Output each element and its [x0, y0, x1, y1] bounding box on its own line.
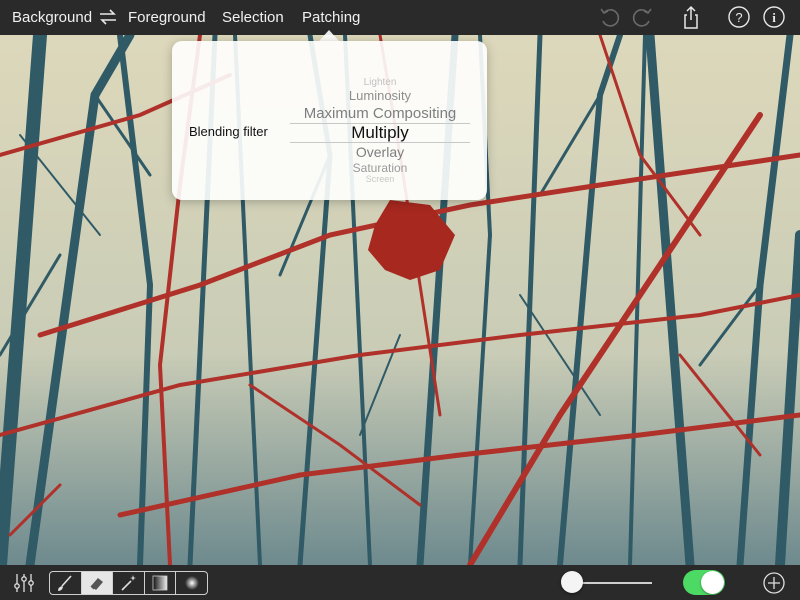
- picker-option[interactable]: Saturation: [290, 161, 470, 175]
- selection-tab[interactable]: Selection: [222, 9, 284, 26]
- swap-arrows-icon[interactable]: [96, 5, 120, 29]
- top-toolbar: Background Foreground Selection Patching…: [0, 0, 800, 35]
- help-icon[interactable]: ?: [726, 4, 752, 30]
- bottom-toolbar: [0, 565, 800, 600]
- share-icon[interactable]: [678, 4, 704, 30]
- patching-tab[interactable]: Patching: [302, 9, 360, 26]
- picker-option[interactable]: Screen: [290, 174, 470, 184]
- blending-filter-label: Blending filter: [189, 124, 268, 139]
- svg-text:i: i: [772, 10, 776, 25]
- magic-wand-tool[interactable]: [113, 572, 145, 594]
- blending-filter-picker[interactable]: Lighten Luminosity Maximum Compositing M…: [290, 73, 470, 185]
- eraser-tool[interactable]: [81, 572, 114, 594]
- picker-option[interactable]: Overlay: [290, 144, 470, 160]
- picker-option[interactable]: Lighten: [290, 77, 470, 88]
- undo-icon[interactable]: [597, 4, 623, 30]
- brush-size-slider-thumb[interactable]: [561, 571, 583, 593]
- redo-icon[interactable]: [629, 4, 655, 30]
- eraser-icon: [90, 578, 103, 590]
- brush-size-slider-track[interactable]: [572, 582, 652, 584]
- popover-arrow: [319, 30, 339, 41]
- background-tab[interactable]: Background: [12, 9, 92, 26]
- picker-option[interactable]: Maximum Compositing: [290, 105, 470, 122]
- toggle-switch[interactable]: [683, 570, 725, 595]
- tool-segmented-control: [49, 571, 208, 595]
- magic-wand-icon: [121, 575, 137, 591]
- picker-option[interactable]: Luminosity: [290, 88, 470, 103]
- radial-tool[interactable]: [176, 572, 207, 594]
- svg-text:?: ?: [735, 10, 742, 25]
- picker-divider: [290, 142, 470, 143]
- adjustments-icon[interactable]: [12, 571, 36, 595]
- brush-tool[interactable]: [50, 572, 82, 594]
- radial-icon: [184, 576, 199, 590]
- info-icon[interactable]: i: [761, 4, 787, 30]
- foreground-tab[interactable]: Foreground: [128, 9, 206, 26]
- toggle-knob: [701, 571, 724, 594]
- add-icon[interactable]: [762, 571, 786, 595]
- gradient-icon: [152, 575, 168, 591]
- picker-selected-option[interactable]: Multiply: [290, 123, 470, 143]
- gradient-tool[interactable]: [145, 572, 177, 594]
- brush-icon: [58, 575, 72, 591]
- blending-filter-popover: Blending filter Lighten Luminosity Maxim…: [172, 41, 487, 200]
